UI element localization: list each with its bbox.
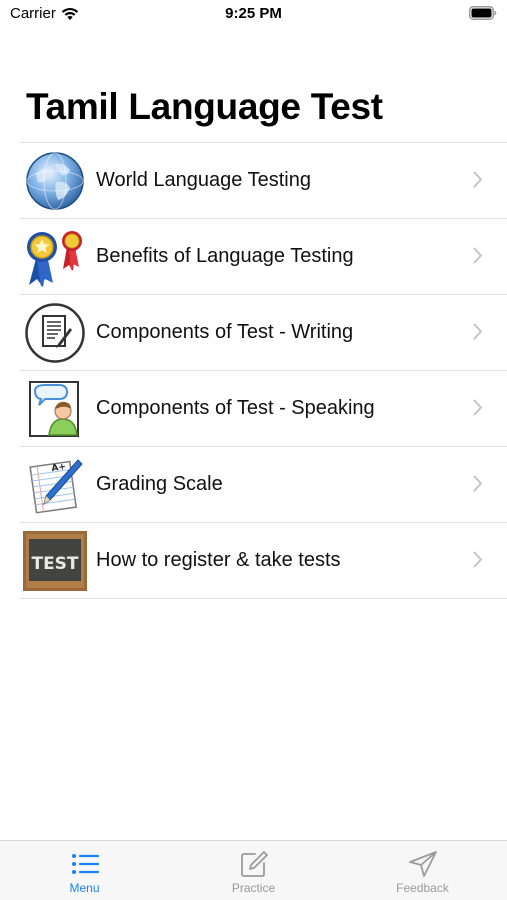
- paper-plane-icon: [408, 850, 438, 878]
- menu-item-grading-scale[interactable]: A+ Grading Scale: [20, 447, 507, 523]
- menu-item-components-writing[interactable]: Components of Test - Writing: [20, 295, 507, 371]
- chevron-right-icon: [473, 171, 482, 188]
- speaking-person-icon: [23, 377, 87, 441]
- menu-item-label: Components of Test - Speaking: [96, 397, 375, 419]
- globe-icon: [23, 149, 87, 213]
- test-chalkboard-icon: TEST: [23, 529, 87, 593]
- menu-item-how-to-register[interactable]: TEST How to register & take tests: [20, 523, 507, 599]
- tab-label: Feedback: [396, 881, 449, 895]
- menu-item-label: World Language Testing: [96, 169, 311, 191]
- tab-label: Menu: [69, 881, 100, 895]
- battery-icon: [469, 6, 497, 20]
- menu-item-label: Grading Scale: [96, 473, 223, 495]
- tab-feedback[interactable]: Feedback: [338, 841, 507, 900]
- chevron-right-icon: [473, 399, 482, 416]
- menu-item-benefits-of-language-testing[interactable]: Benefits of Language Testing: [20, 219, 507, 295]
- chevron-right-icon: [473, 323, 482, 340]
- tab-practice[interactable]: Practice: [169, 841, 338, 900]
- menu-item-label: Benefits of Language Testing: [96, 245, 354, 267]
- award-ribbons-icon: [23, 225, 87, 289]
- menu-list: World Language Testing Benefits of Langu…: [20, 142, 507, 599]
- menu-item-world-language-testing[interactable]: World Language Testing: [20, 143, 507, 219]
- writing-document-icon: [23, 301, 87, 365]
- chevron-right-icon: [473, 247, 482, 264]
- tab-menu[interactable]: Menu: [0, 841, 169, 900]
- menu-item-label: Components of Test - Writing: [96, 321, 354, 343]
- page-title: Tamil Language Test: [26, 86, 383, 127]
- svg-text:A+: A+: [51, 462, 67, 474]
- tab-bar: Menu Practice Feedback: [0, 840, 507, 900]
- graded-paper-icon: A+: [23, 453, 87, 517]
- menu-item-label: How to register & take tests: [96, 549, 341, 571]
- svg-text:TEST: TEST: [31, 554, 78, 574]
- chevron-right-icon: [473, 475, 482, 492]
- status-time: 9:25 PM: [225, 5, 282, 22]
- list-icon: [71, 850, 99, 878]
- compose-icon: [240, 850, 268, 878]
- menu-item-components-speaking[interactable]: Components of Test - Speaking: [20, 371, 507, 447]
- chevron-right-icon: [473, 551, 482, 568]
- status-bar: Carrier 9:25 PM: [0, 0, 507, 30]
- tab-label: Practice: [231, 881, 276, 895]
